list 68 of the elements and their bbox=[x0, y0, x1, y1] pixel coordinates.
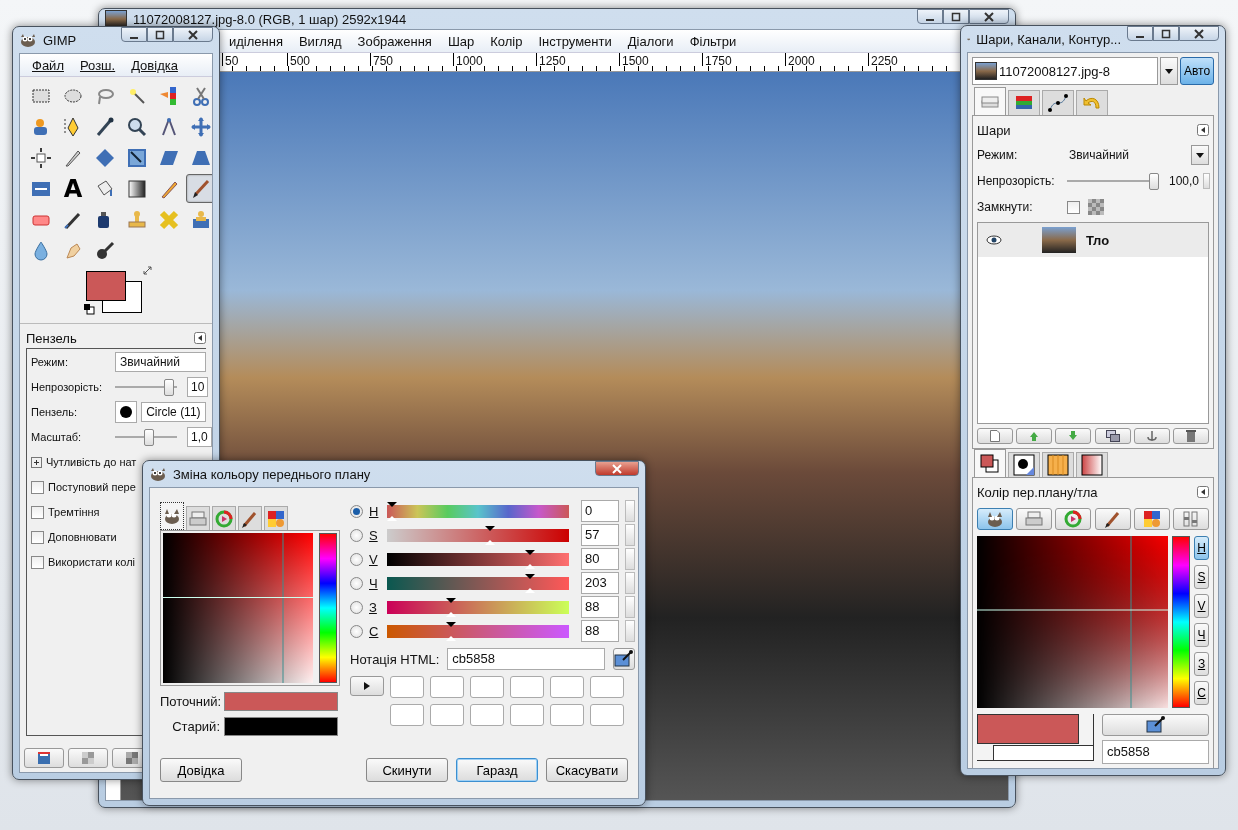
value-field[interactable]: 10 bbox=[187, 377, 209, 397]
menu-item[interactable]: Шар bbox=[439, 31, 483, 51]
window-title: GIMP bbox=[43, 32, 78, 48]
value-field[interactable]: 88 bbox=[581, 596, 619, 618]
channel-label: V bbox=[369, 551, 379, 567]
value-field[interactable]: 203 bbox=[581, 572, 619, 594]
field-label: Режим: bbox=[977, 148, 1019, 162]
channel-label: S bbox=[369, 527, 379, 543]
channel-label: С bbox=[369, 623, 380, 639]
channel-label: Ч bbox=[369, 575, 379, 591]
layer-row[interactable]: Тло bbox=[978, 223, 1208, 257]
field-label: Масштаб: bbox=[31, 431, 83, 443]
menu-item[interactable]: Інструменти bbox=[530, 31, 620, 51]
dialog-button[interactable]: Скасувати bbox=[546, 758, 628, 782]
value-field[interactable]: 88 bbox=[581, 620, 619, 642]
layer-name: Тло bbox=[1086, 232, 1110, 248]
hex-field[interactable]: cb5858 bbox=[1102, 740, 1209, 764]
menu-item[interactable]: Фільтри bbox=[681, 31, 745, 51]
field-label: Непрозорість: bbox=[31, 381, 104, 393]
menu-item[interactable]: Зображення bbox=[349, 31, 440, 51]
brush-field[interactable]: Circle (11) bbox=[141, 402, 206, 422]
window-title: 11072008127.jpg-8.0 (RGB, 1 шар) 2592x1944 bbox=[133, 11, 408, 27]
checkbox-label[interactable]: Доповнювати bbox=[48, 531, 117, 543]
swatch-label: Старий: bbox=[171, 719, 220, 734]
channel-button[interactable]: H bbox=[1194, 536, 1209, 560]
text-tool-button[interactable]: A bbox=[58, 174, 88, 203]
value-field[interactable]: 0 bbox=[581, 500, 619, 522]
channel-label: З bbox=[369, 599, 378, 615]
channel-button[interactable]: С bbox=[1194, 681, 1209, 705]
panel-title: Пензель bbox=[26, 330, 77, 346]
swatch-label: Поточний: bbox=[160, 694, 220, 709]
menu-item[interactable]: Вигляд bbox=[290, 31, 350, 51]
mode-dropdown[interactable]: Звичайний bbox=[1067, 148, 1187, 162]
checkbox-label[interactable]: Поступовий пере bbox=[48, 481, 136, 493]
channel-label: H bbox=[369, 503, 380, 519]
image-selector[interactable]: 11072008127.jpg-8 bbox=[972, 57, 1158, 85]
expander-label[interactable]: Чутливість до нат bbox=[46, 456, 137, 468]
checkbox-label[interactable]: Тремтіння bbox=[48, 506, 100, 518]
value-field[interactable]: 1,0 bbox=[187, 427, 212, 447]
menu-item[interactable]: Файл bbox=[24, 55, 72, 75]
value-field[interactable]: 100,0 bbox=[1169, 174, 1200, 188]
window-title: Шари, Канали, Контур... bbox=[976, 31, 1121, 47]
channel-button[interactable]: З bbox=[1194, 652, 1209, 676]
panel-title: Шари bbox=[977, 122, 1011, 138]
auto-button[interactable]: Авто bbox=[1180, 57, 1214, 85]
mode-dropdown[interactable]: Звичайний bbox=[115, 352, 206, 372]
dialog-button[interactable]: Гаразд bbox=[456, 758, 538, 782]
menu-item[interactable]: Колір bbox=[482, 31, 531, 51]
dialog-button[interactable]: Скинути bbox=[366, 758, 448, 782]
channel-button[interactable]: S bbox=[1194, 565, 1209, 589]
field-label: Замкнути: bbox=[977, 200, 1034, 214]
field-label: Пензель: bbox=[31, 406, 78, 418]
value-field[interactable]: 57 bbox=[581, 524, 619, 546]
field-label: Режим: bbox=[31, 356, 69, 368]
channel-button[interactable]: Ч bbox=[1194, 623, 1209, 647]
menu-item[interactable]: Діалоги bbox=[619, 31, 682, 51]
value-field[interactable]: 80 bbox=[581, 548, 619, 570]
menu-item[interactable]: Довідка bbox=[123, 55, 186, 75]
menu-item[interactable]: Розш. bbox=[71, 55, 124, 75]
channel-button[interactable]: V bbox=[1194, 594, 1209, 618]
menu-item[interactable]: иділення bbox=[221, 31, 291, 51]
dialog-button[interactable]: Довідка bbox=[160, 758, 242, 782]
field-label: Нотація HTML: bbox=[350, 651, 440, 667]
checkbox-label[interactable]: Використати колі bbox=[48, 556, 135, 568]
window-title: Зміна кольору переднього плану bbox=[173, 466, 372, 482]
field-label: Непрозорість: bbox=[977, 174, 1056, 188]
panel-title: Колір пер.плану/тла bbox=[977, 484, 1098, 500]
hex-field[interactable]: cb5858 bbox=[447, 648, 605, 670]
